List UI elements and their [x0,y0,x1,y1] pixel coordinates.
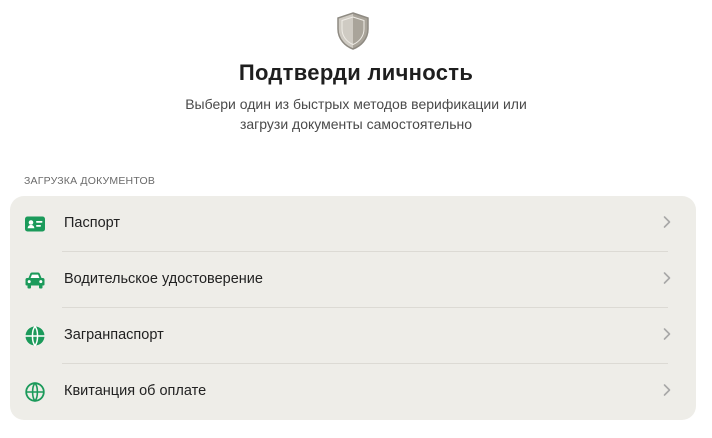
document-item-drivers-license[interactable]: Водительское удостоверение [10,252,696,308]
section-label: ЗАГРУЗКА ДОКУМЕНТОВ [24,175,156,187]
id-card-icon [25,216,45,232]
page-title: Подтверди личность [238,60,474,85]
subtitle-line-2: загрузи документы самостоятельно [239,116,473,132]
document-item-label: Паспорт [64,215,121,231]
document-item-international-passport[interactable]: Загранпаспорт [10,308,696,364]
document-item-passport[interactable]: Паспорт [10,196,696,252]
document-item-payment-receipt[interactable]: Квитанция об оплате [10,364,696,420]
chevron-right-icon [663,216,671,228]
chevron-right-icon [663,272,671,284]
globe-icon [25,325,45,347]
subtitle-line-1: Выбери один из быстрых методов верификац… [185,96,527,112]
globe-icon [25,382,45,402]
chevron-right-icon [663,384,671,396]
document-item-label: Загранпаспорт [64,327,164,343]
chevron-right-icon [663,328,671,340]
document-list: Паспорт Водительское удостоверение Загра… [10,196,696,420]
document-item-label: Квитанция об оплате [64,383,207,399]
document-item-label: Водительское удостоверение [64,271,263,287]
shield-icon [337,12,369,50]
page-subtitle: Выбери один из быстрых методов верификац… [156,94,556,134]
car-icon [25,272,45,289]
